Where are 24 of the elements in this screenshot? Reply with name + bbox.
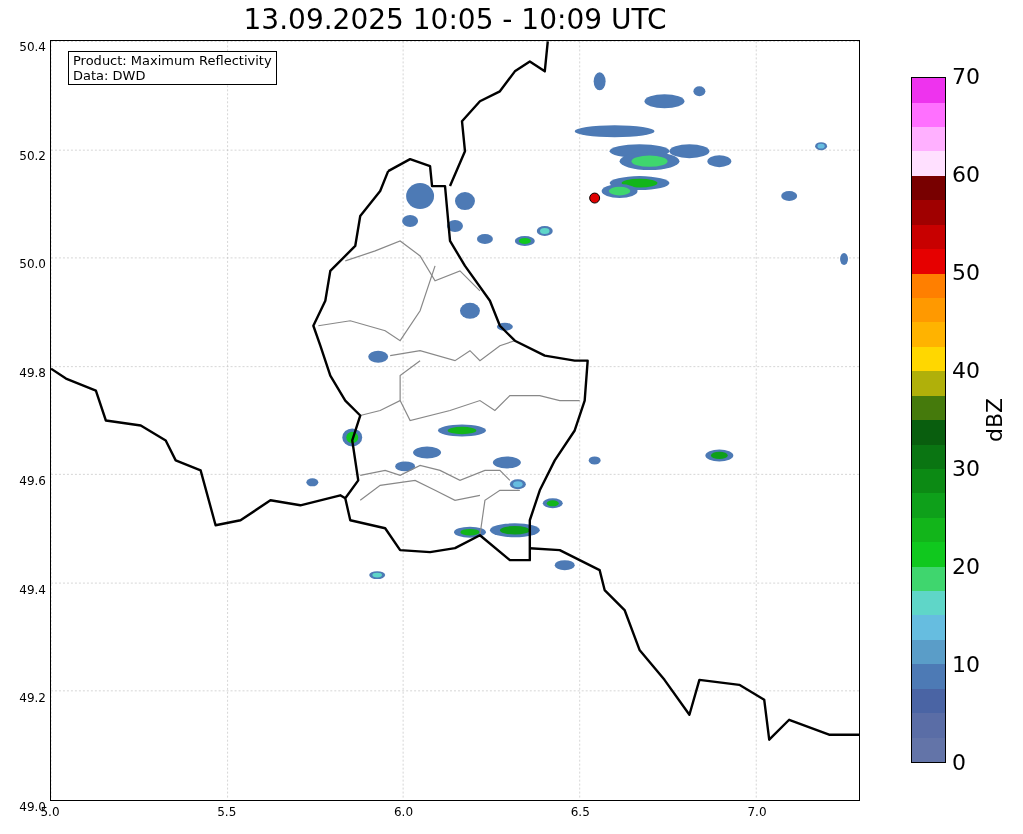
- scale-tick-label: 20: [952, 554, 980, 580]
- scale-tick-label: 50: [952, 260, 980, 286]
- axis-tick-label: 49.2: [19, 691, 46, 706]
- axis-tick-label: 7.0: [746, 804, 768, 820]
- scale-axis-label: dBZ: [984, 397, 1006, 443]
- scale-tick-label: 40: [952, 358, 980, 384]
- axis-tick-label: 50.4: [19, 40, 46, 54]
- axis-tick-label: 6.5: [569, 804, 591, 820]
- chart-title: 13.09.2025 10:05 - 10:09 UTC: [243, 6, 667, 34]
- info-text: Data: DWD: [73, 68, 147, 83]
- scale-tick-label: 10: [952, 652, 980, 678]
- axis-tick-label: 49.6: [19, 474, 46, 489]
- scale-tick-label: 60: [952, 162, 980, 188]
- scale-tick-label: 70: [952, 64, 980, 90]
- axis-tick-label: 50.0: [19, 257, 46, 272]
- axis-tick-label: 49.8: [19, 365, 46, 380]
- axis-tick-label: 5.5: [216, 804, 238, 820]
- info-text: Product: Maximum Reflectivity: [73, 53, 272, 68]
- scale-tick-label: 30: [952, 456, 980, 482]
- axis-tick-label: 49.4: [19, 582, 46, 597]
- axis-tick-label: 50.2: [19, 148, 46, 163]
- axis-tick-label: 6.0: [392, 804, 415, 820]
- location-marker-icon: [589, 192, 601, 204]
- scale-tick-label: 0: [952, 750, 967, 776]
